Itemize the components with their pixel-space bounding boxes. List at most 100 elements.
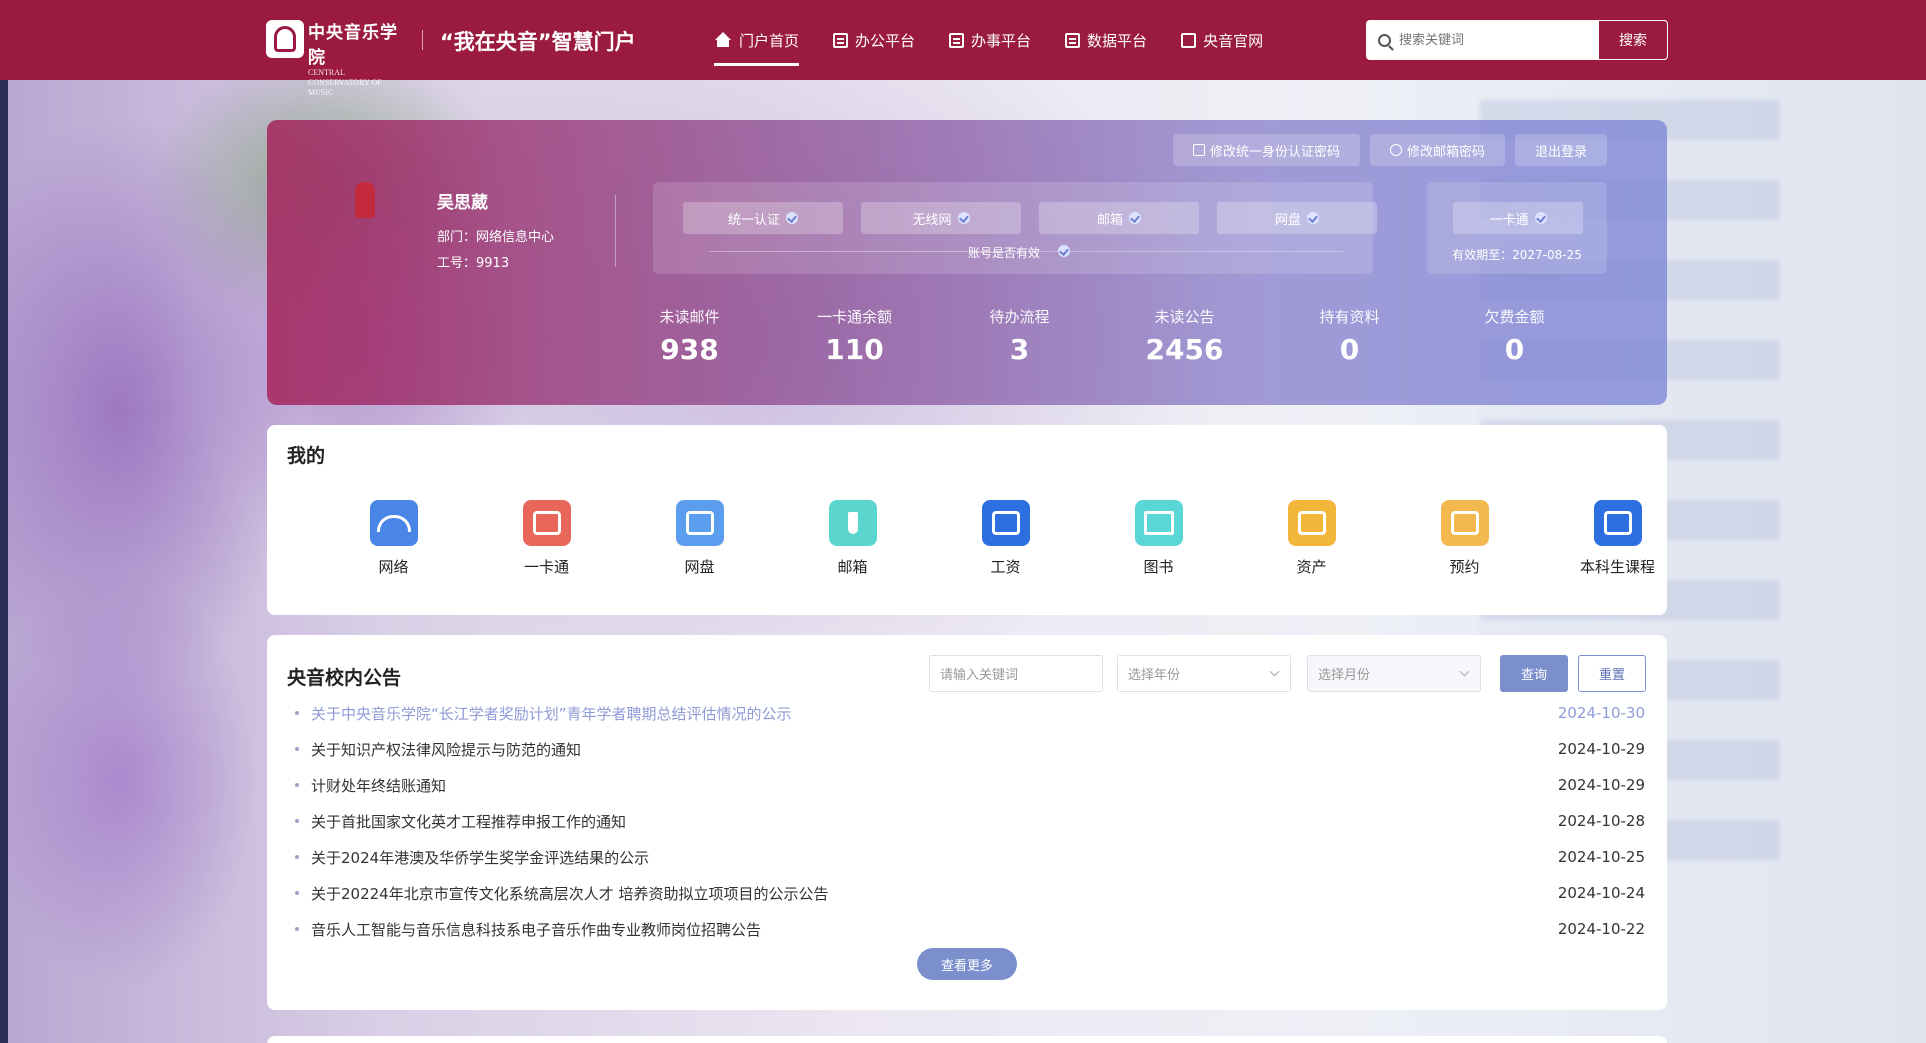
profile-divider: [615, 195, 616, 267]
search-button[interactable]: 搜索: [1598, 20, 1668, 60]
stat-unread-notices[interactable]: 未读公告 2456: [1102, 306, 1267, 366]
campus-card-chip[interactable]: 一卡通: [1453, 202, 1583, 234]
top-navigation-bar: 中央音乐学院 CENTRAL CONSERVATORY OF MUSIC “我在…: [0, 0, 1926, 97]
year-placeholder: 选择年份: [1128, 668, 1181, 683]
notices-title: 央音校内公告: [287, 667, 402, 689]
reset-button[interactable]: 重置: [1578, 655, 1646, 692]
list-item[interactable]: 关于2024年港澳及华侨学生奖学金评选结果的公示 2024-10-25: [295, 839, 1645, 875]
search-icon: [1378, 33, 1391, 47]
main-nav: 门户首页 办公平台 办事平台 数据平台 央音官网: [714, 0, 1297, 80]
list-item[interactable]: 计财处年终结账通知 2024-10-29: [295, 767, 1645, 803]
stat-pending-flows[interactable]: 待办流程 3: [937, 306, 1102, 366]
school-logo-icon[interactable]: [266, 20, 304, 58]
change-mail-password-button[interactable]: 修改邮箱密码: [1369, 134, 1505, 166]
notice-date: 2024-10-22: [1557, 920, 1645, 938]
nav-data[interactable]: 数据平台: [1065, 0, 1147, 80]
list-item[interactable]: 关于知识产权法律风险提示与防范的通知 2024-10-29: [295, 731, 1645, 767]
course-icon: [1593, 500, 1642, 546]
account-chip-mail[interactable]: 邮箱: [1039, 202, 1199, 234]
app-label: 邮箱: [837, 558, 868, 576]
wifi-icon: [369, 500, 418, 546]
stat-value: 110: [825, 333, 884, 366]
nav-data-label: 数据平台: [1087, 31, 1148, 50]
list-item[interactable]: 关于首批国家文化英才工程推荐申报工作的通知 2024-10-28: [295, 803, 1645, 839]
edit-document-icon: [949, 32, 965, 48]
app-campus-card[interactable]: 一卡通: [470, 500, 623, 577]
app-undergrad-courses[interactable]: 本科生课程: [1541, 500, 1694, 577]
stat-card-balance[interactable]: 一卡通余额 110: [772, 306, 937, 366]
account-chip-label: 无线网: [912, 212, 952, 228]
nav-home[interactable]: 门户首页: [714, 0, 800, 80]
notice-date: 2024-10-24: [1557, 884, 1645, 902]
disk-icon: [675, 500, 724, 546]
check-icon: [1307, 212, 1319, 224]
nav-office[interactable]: 办公平台: [833, 0, 915, 80]
list-item[interactable]: 关于中央音乐学院“长江学者奖励计划”青年学者聘期总结评估情况的公示 2024-10…: [295, 695, 1645, 731]
school-name-en: CENTRAL CONSERVATORY OF MUSIC: [308, 68, 382, 97]
notice-title: 关于2024年港澳及华侨学生奖学金评选结果的公示: [311, 848, 650, 867]
mail-vase-icon: [828, 500, 877, 546]
year-select[interactable]: 选择年份: [1117, 655, 1291, 692]
user-department: 部门：网络信息中心: [437, 230, 555, 245]
app-network[interactable]: 网络: [317, 500, 470, 577]
portal-title: “我在央音”智慧门户: [440, 30, 636, 54]
stat-label: 未读邮件: [659, 308, 720, 326]
account-chip-wifi[interactable]: 无线网: [861, 202, 1021, 234]
nav-services[interactable]: 办事平台: [949, 0, 1031, 80]
app-label: 资产: [1296, 558, 1327, 576]
view-more-button[interactable]: 查看更多: [917, 948, 1017, 980]
logout-button[interactable]: 退出登录: [1514, 134, 1607, 166]
campus-card-valid-until: 有效期至：2027-08-25: [1452, 248, 1582, 262]
app-assets[interactable]: 资产: [1235, 500, 1388, 577]
search-input[interactable]: [1399, 32, 1619, 48]
list-item[interactable]: 音乐人工智能与音乐信息科技系电子音乐作曲专业教师岗位招聘公告 2024-10-22: [295, 911, 1645, 947]
notices-panel: 央音校内公告 请输入关键词 选择年份 选择月份 查询 重置 关于中央音乐学院“长…: [267, 635, 1667, 1010]
nav-services-label: 办事平台: [971, 31, 1032, 50]
list-item[interactable]: 关于20224年北京市宣传文化系统高层次人才 培养资助拟立项项目的公示公告 202…: [295, 875, 1645, 911]
stat-label: 欠费金额: [1484, 308, 1545, 326]
notice-title: 关于20224年北京市宣传文化系统高层次人才 培养资助拟立项项目的公示公告: [311, 884, 829, 903]
user-staff-id: 工号：9913: [437, 256, 510, 271]
stats-row: 未读邮件 938 一卡通余额 110 待办流程 3 未读公告 2456 持有资料 0 欠费…: [607, 306, 1597, 366]
at-sign-icon: [1389, 144, 1402, 156]
app-disk[interactable]: 网盘: [623, 500, 776, 577]
money-bag-icon: [981, 500, 1030, 546]
stat-value: 0: [1339, 333, 1360, 366]
account-chip-disk[interactable]: 网盘: [1217, 202, 1377, 234]
stat-label: 持有资料: [1319, 308, 1380, 326]
query-button[interactable]: 查询: [1500, 655, 1568, 692]
stat-held-materials[interactable]: 持有资料 0: [1267, 306, 1432, 366]
app-mail[interactable]: 邮箱: [776, 500, 929, 577]
app-reservation[interactable]: 预约: [1388, 500, 1541, 577]
campus-card-label: 一卡通: [1489, 212, 1529, 228]
check-icon: [786, 212, 798, 224]
account-chip-label: 统一认证: [727, 212, 780, 228]
left-edge: [0, 80, 8, 1043]
check-icon: [957, 212, 970, 224]
stat-label: 待办流程: [989, 308, 1050, 326]
nav-official-site[interactable]: 央音官网: [1181, 0, 1263, 80]
account-chip-label: 邮箱: [1096, 212, 1123, 228]
card-icon: [522, 500, 571, 546]
notice-keyword-input[interactable]: 请输入关键词: [929, 655, 1103, 692]
app-label: 工资: [990, 558, 1021, 576]
next-panel-edge: [267, 1036, 1667, 1043]
check-icon: [1129, 212, 1141, 224]
notice-title: 计财处年终结账通知: [311, 776, 447, 795]
app-salary[interactable]: 工资: [929, 500, 1082, 577]
app-label: 网盘: [684, 558, 715, 576]
home-icon: [714, 32, 732, 48]
profile-card: 修改统一身份认证密码 修改邮箱密码 退出登录 吴思葳 部门：网络信息中心 工号：…: [267, 120, 1667, 405]
account-chip-label: 网盘: [1274, 212, 1301, 228]
stat-unread-mail[interactable]: 未读邮件 938: [607, 306, 772, 366]
change-password-button[interactable]: 修改统一身份认证密码: [1172, 134, 1360, 166]
app-library[interactable]: 图书: [1082, 500, 1235, 577]
app-label: 本科生课程: [1579, 558, 1655, 576]
app-label: 网络: [378, 558, 409, 576]
month-placeholder: 选择月份: [1318, 668, 1371, 683]
mine-title: 我的: [287, 445, 326, 467]
month-select[interactable]: 选择月份: [1307, 655, 1481, 692]
stat-arrears[interactable]: 欠费金额 0: [1432, 306, 1597, 366]
account-chip-unified-auth[interactable]: 统一认证: [683, 202, 843, 234]
notice-date: 2024-10-28: [1557, 812, 1645, 830]
